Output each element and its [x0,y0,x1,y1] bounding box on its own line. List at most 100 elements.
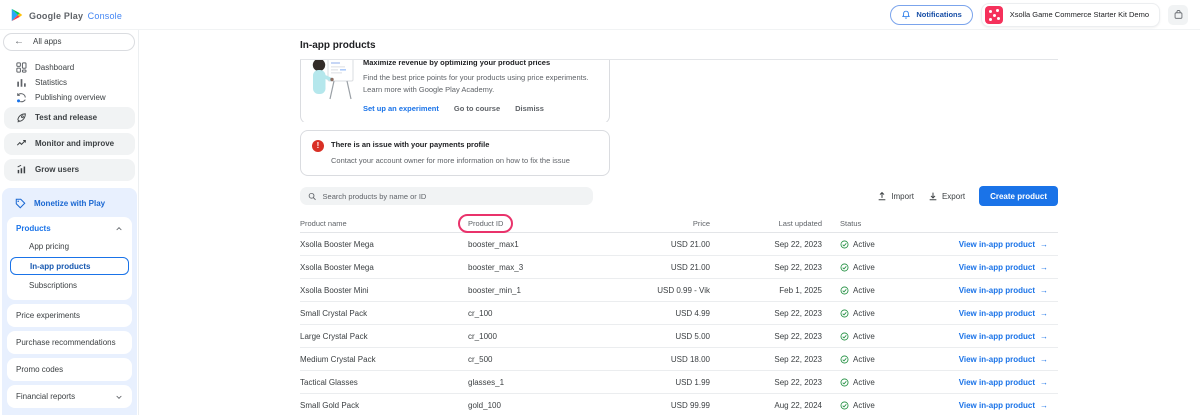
view-in-app-product-link[interactable]: View in-app product [959,240,1035,249]
product-id-cell: booster_max1 [468,240,618,249]
bag-icon [1173,9,1184,20]
column-header-last-updated: Last updated [710,219,822,228]
sidebar-item-label: Promo codes [16,365,63,374]
sidebar-item-monetize-with-play[interactable]: Monetize with Play [5,193,134,213]
banner-clip-region: Maximize revenue by optimizing your prod… [300,60,1058,122]
status-cell: Active [822,240,932,249]
sidebar-item-grow-users[interactable]: Grow users [4,159,135,181]
arrow-right-icon: → [1040,355,1048,364]
dashboard-icon [16,62,27,73]
table-row: Small Crystal Packcr_100USD 4.99Sep 22, … [300,302,1058,325]
xsolla-app-icon [985,6,1003,24]
price-cell: USD 99.99 [618,401,710,410]
product-id-cell: cr_500 [468,355,618,364]
notifications-button[interactable]: Notifications [890,5,972,25]
table-row: Xsolla Booster Minibooster_min_1USD 0.99… [300,279,1058,302]
table-toolbar: Import Export Create product [300,186,1058,206]
main-content: In-app products [139,30,1200,415]
sidebar-item-dashboard[interactable]: Dashboard [2,60,138,75]
arrow-right-icon: → [1040,309,1048,318]
sidebar-item-label: Purchase recommendations [16,338,116,347]
sidebar-item-label: Subscriptions [29,281,77,290]
status-cell: Active [822,263,932,272]
sidebar-item-test-and-release[interactable]: Test and release [4,107,135,129]
search-box[interactable] [300,187,593,205]
view-in-app-product-link[interactable]: View in-app product [959,309,1035,318]
product-name-cell: Xsolla Booster Mini [300,286,468,295]
last-updated-cell: Sep 22, 2023 [710,355,822,364]
sidebar-item-monitor-and-improve[interactable]: Monitor and improve [4,133,135,155]
product-name-cell: Large Crystal Pack [300,332,468,341]
app-switcher-chip[interactable]: Xsolla Game Commerce Starter Kit Demo [981,3,1160,27]
app-name: Xsolla Game Commerce Starter Kit Demo [1010,10,1149,19]
view-in-app-product-link[interactable]: View in-app product [959,286,1035,295]
google-play-console-logo[interactable]: Google Play Console [10,6,122,24]
banner-illustration [310,60,356,105]
sidebar-item-label: Dashboard [35,63,74,72]
active-check-icon [840,378,849,387]
bell-icon [901,10,911,20]
dismiss-button[interactable]: Dismiss [515,104,544,113]
line-chart-icon [16,138,27,149]
table-row: Xsolla Booster Megabooster_max_3USD 21.0… [300,256,1058,279]
product-id-cell: booster_max_3 [468,263,618,272]
create-product-button[interactable]: Create product [979,186,1058,206]
last-updated-cell: Sep 22, 2023 [710,332,822,341]
column-header-product-id: Product ID [468,219,503,228]
last-updated-cell: Sep 22, 2023 [710,240,822,249]
sidebar-item-products[interactable]: Products [7,217,132,237]
last-updated-cell: Feb 1, 2025 [710,286,822,295]
back-arrow-icon: ← [14,37,24,47]
table-row: Medium Crystal Packcr_500USD 18.00Sep 22… [300,348,1058,371]
product-name-cell: Tactical Glasses [300,378,468,387]
arrow-right-icon: → [1040,263,1048,272]
notifications-label: Notifications [916,10,961,19]
sidebar-item-promo-codes[interactable]: Promo codes [7,358,132,381]
store-bag-icon-button[interactable] [1168,5,1188,25]
sidebar-item-label: Test and release [35,113,97,122]
all-apps-back-button[interactable]: ← All apps [3,33,135,51]
active-check-icon [840,332,849,341]
sidebar-item-in-app-products[interactable]: In-app products [10,257,129,275]
price-cell: USD 4.99 [618,309,710,318]
sidebar-item-subscriptions[interactable]: Subscriptions [7,276,132,295]
active-check-icon [840,263,849,272]
products-group-card: Products App pricing In-app products Sub… [7,217,132,300]
sidebar-item-publishing-overview[interactable]: Publishing overview [2,90,138,105]
view-in-app-product-link[interactable]: View in-app product [959,332,1035,341]
upload-icon [877,191,887,201]
view-in-app-product-link[interactable]: View in-app product [959,401,1035,410]
warning-body: Contact your account owner for more info… [331,156,597,165]
view-in-app-product-link[interactable]: View in-app product [959,263,1035,272]
payments-warning-card: ! There is an issue with your payments p… [300,130,610,176]
sidebar: ← All apps Dashboard Statistics [0,30,139,415]
set-up-experiment-button[interactable]: Set up an experiment [363,104,439,113]
view-in-app-product-link[interactable]: View in-app product [959,355,1035,364]
sidebar-item-financial-reports[interactable]: Financial reports [7,385,132,408]
go-to-course-button[interactable]: Go to course [454,104,500,113]
product-name-cell: Small Gold Pack [300,401,468,410]
status-cell: Active [822,332,932,341]
statistics-icon [16,77,27,88]
banner-title: Maximize revenue by optimizing your prod… [363,60,597,67]
sidebar-item-purchase-recommendations[interactable]: Purchase recommendations [7,331,132,354]
all-apps-label: All apps [33,37,61,46]
product-name-cell: Xsolla Booster Mega [300,240,468,249]
view-in-app-product-link[interactable]: View in-app product [959,378,1035,387]
status-cell: Active [822,309,932,318]
sidebar-item-price-experiments[interactable]: Price experiments [7,304,132,327]
import-button[interactable]: Import [877,191,914,201]
export-button[interactable]: Export [928,191,965,201]
table-header-row: Product name Product ID Price Last updat… [300,215,1058,233]
product-id-cell: booster_min_1 [468,286,618,295]
last-updated-cell: Aug 22, 2024 [710,401,822,410]
search-input[interactable] [323,192,585,201]
column-header-product-name: Product name [300,219,468,228]
sidebar-item-statistics[interactable]: Statistics [2,75,138,90]
sidebar-item-label: In-app products [30,262,90,271]
status-cell: Active [822,401,932,410]
product-id-cell: gold_100 [468,401,618,410]
banner-body: Find the best price points for your prod… [363,72,597,95]
arrow-right-icon: → [1040,286,1048,295]
sidebar-item-app-pricing[interactable]: App pricing [7,237,132,256]
